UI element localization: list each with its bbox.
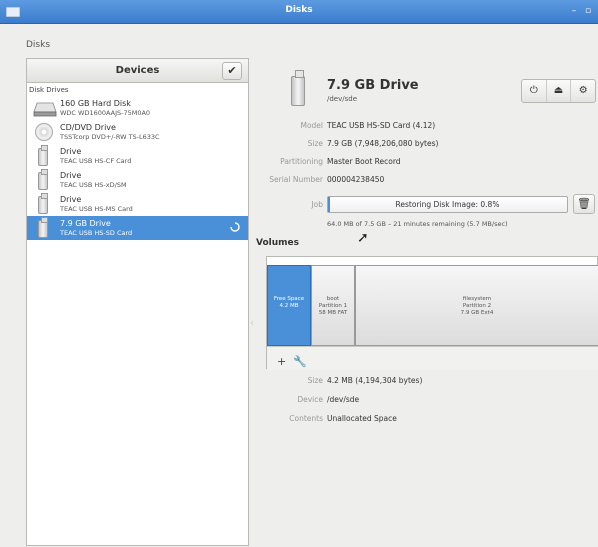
device-name: Drive [60, 171, 82, 180]
device-item-ms-card[interactable]: Drive TEAC USB HS-MS Card [27, 192, 248, 216]
device-item-xd-sm[interactable]: Drive TEAC USB HS-xD/SM [27, 168, 248, 192]
power-icon: ⏻ [529, 85, 538, 96]
volume-line: boot [326, 296, 340, 302]
property-value: Master Boot Record [327, 157, 401, 166]
volume-partition-2[interactable]: filesystem Partition 2 7.9 GB Ext4 [355, 265, 598, 346]
volume-line: Free Space [273, 296, 305, 302]
device-name: Drive [60, 147, 82, 156]
volume-partition-1[interactable]: boot Partition 1 58 MB FAT [311, 265, 355, 346]
volume-detail-contents: Contents Unallocated Space [250, 414, 598, 428]
drive-action-buttons: ⏻ ⏏ ⚙ [521, 79, 596, 103]
usb-drive-icon [33, 145, 48, 166]
property-model: Model TEAC USB HS-SD Card (4.12) [250, 121, 598, 135]
section-label-disk-drives: Disk Drives [29, 86, 69, 94]
devices-panel: Devices ✔ Disk Drives 160 GB Hard Disk W… [26, 58, 249, 546]
drive-settings-button[interactable]: ⚙ [571, 80, 595, 102]
property-partitioning: Partitioning Master Boot Record [250, 157, 598, 171]
volume-line: 58 MB FAT [318, 310, 348, 316]
device-item-cd-dvd[interactable]: CD/DVD Drive TSSTcorp DVD+/-RW TS-L633C [27, 120, 248, 144]
devices-header: Devices ✔ [27, 59, 248, 83]
checkmark-icon: ✔ [227, 64, 237, 77]
device-model: TSSTcorp DVD+/-RW TS-L633C [60, 133, 160, 141]
job-label: Job [311, 200, 323, 209]
property-value: 000004238450 [327, 175, 385, 184]
spinner-icon [230, 222, 240, 232]
property-key: Serial Number [269, 175, 323, 184]
device-model: TEAC USB HS-xD/SM [60, 181, 127, 189]
job-progress-bar: Restoring Disk Image: 0.8% [327, 196, 568, 213]
property-key: Size [307, 139, 323, 148]
device-name: 160 GB Hard Disk [60, 99, 131, 108]
detail-key: Device [297, 395, 323, 404]
drive-title: 7.9 GB Drive [327, 78, 419, 93]
volume-detail-size: Size 4.2 MB (4,194,304 bytes) [250, 376, 598, 390]
detail-value: Unallocated Space [327, 414, 397, 423]
volume-line: filesystem [462, 296, 492, 302]
property-serial-number: Serial Number 000004238450 [250, 175, 598, 189]
maximize-icon[interactable]: ▫ [582, 5, 594, 17]
device-name: 7.9 GB Drive [60, 219, 111, 228]
job-progress-text: Restoring Disk Image: 0.8% [395, 200, 500, 209]
property-value: 7.9 GB (7,948,206,080 bytes) [327, 139, 439, 148]
usb-drive-icon [33, 193, 48, 214]
power-off-button[interactable]: ⏻ [522, 80, 547, 102]
eject-button[interactable]: ⏏ [547, 80, 572, 102]
main-frame: Disks Devices ✔ Disk Drives 160 GB Hard … [0, 24, 598, 547]
property-size: Size 7.9 GB (7,948,206,080 bytes) [250, 139, 598, 153]
trash-icon: 🗑 [577, 197, 591, 210]
volume-line: 4.2 MB [279, 303, 299, 309]
detail-value: 4.2 MB (4,194,304 bytes) [327, 376, 423, 385]
device-item-sd-card[interactable]: 7.9 GB Drive TEAC USB HS-SD Card [27, 216, 248, 240]
device-model: TEAC USB HS-CF Card [60, 157, 132, 165]
detail-value: /dev/sde [327, 395, 360, 404]
optical-disc-icon [33, 123, 53, 141]
usb-drive-icon [33, 217, 48, 238]
usb-drive-icon [291, 70, 305, 106]
detail-key: Contents [289, 414, 323, 423]
title-bar: Disks – ▫ [0, 0, 598, 24]
device-name: Drive [60, 195, 82, 204]
volume-line: 7.9 GB Ext4 [460, 310, 494, 316]
frame-label: Disks [26, 40, 51, 50]
detail-key: Size [307, 376, 323, 385]
job-status-text: 64.0 MB of 7.5 GB – 21 minutes remaining… [327, 220, 508, 228]
device-item-hard-disk[interactable]: 160 GB Hard Disk WDC WD1600AAJS-75M0A0 [27, 96, 248, 120]
volumes-title: Volumes [256, 238, 299, 248]
usb-drive-icon [33, 169, 48, 190]
devices-title: Devices [115, 65, 160, 76]
volume-free-space[interactable]: Free Space 4.2 MB [267, 265, 311, 346]
device-model: WDC WD1600AAJS-75M0A0 [60, 109, 151, 117]
property-key: Partitioning [280, 157, 323, 166]
hard-disk-icon [33, 99, 57, 119]
gear-icon: ⚙ [578, 85, 588, 96]
eject-icon: ⏏ [553, 85, 564, 96]
volume-toolbar: + 🔧 [267, 346, 598, 370]
device-model: TEAC USB HS-MS Card [60, 205, 133, 213]
cancel-job-button[interactable]: 🗑 [573, 194, 595, 214]
wrench-icon: 🔧 [293, 355, 307, 368]
volume-line: Partition 2 [462, 303, 492, 309]
volume-detail-device: Device /dev/sde [250, 395, 598, 409]
volumes-map: Free Space 4.2 MB boot Partition 1 58 MB… [266, 256, 598, 370]
plus-icon: + [277, 355, 287, 368]
device-model: TEAC USB HS-SD Card [60, 229, 133, 237]
window-title: Disks [285, 5, 313, 15]
drive-path: /dev/sde [327, 95, 358, 103]
minimize-icon[interactable]: – [568, 5, 580, 17]
property-value: TEAC USB HS-SD Card (4.12) [327, 121, 436, 130]
device-item-cf-card[interactable]: Drive TEAC USB HS-CF Card [27, 144, 248, 168]
mouse-pointer-icon: ➚ [357, 230, 369, 246]
pane-divider-icon[interactable]: ‹ [250, 318, 254, 329]
volume-line: Partition 1 [318, 303, 348, 309]
property-key: Model [300, 121, 323, 130]
select-mode-button[interactable]: ✔ [222, 62, 242, 80]
device-name: CD/DVD Drive [60, 123, 116, 132]
